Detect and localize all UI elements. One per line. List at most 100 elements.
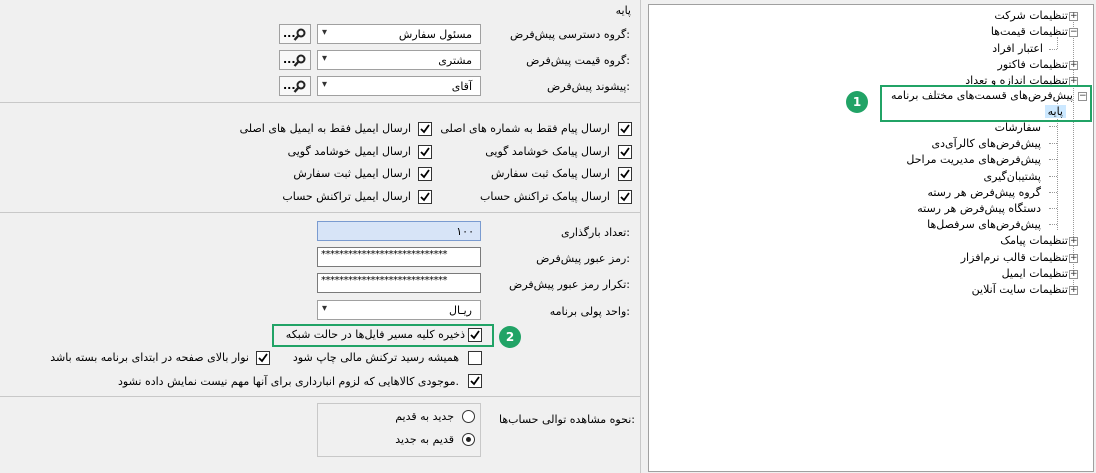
settings-tree: + تنظیمات شرکت − تنظیمات قیمت‌ها اعتبار … (648, 4, 1094, 472)
tree-item-stages[interactable]: پیش‌فرض‌های مدیریت مراحل (906, 153, 1041, 166)
plus-icon[interactable]: + (1069, 61, 1078, 70)
sms-order-label: ارسال پیامک ثبت سفارش (491, 167, 610, 180)
prefix-search-button[interactable]: ... (279, 76, 311, 96)
radio-new-to-old[interactable] (462, 410, 475, 423)
password-repeat-label: تکرار رمز عبور پیش‌فرض: (509, 278, 630, 291)
prefix-value: آقای (451, 80, 472, 93)
tree-item-defaults[interactable]: پیش‌فرض‌های قسمت‌های مختلف برنامه (891, 89, 1073, 102)
check-icon (620, 124, 630, 134)
settings-panel: پایه گروه دسترسی پیش‌فرض: مسئول سفارش ▾ … (0, 0, 641, 473)
tree-item-email[interactable]: تنظیمات ایمیل (1002, 267, 1068, 280)
chevron-down-icon: ▾ (322, 79, 328, 90)
tree-item-online[interactable]: تنظیمات سایت آنلاین (972, 283, 1068, 296)
always-print-label: همیشه رسید ترکنش مالی چاپ شود (292, 351, 459, 364)
tree-item-credit[interactable]: اعتبار افراد (992, 42, 1043, 55)
save-paths-checkbox[interactable] (468, 328, 482, 342)
minus-icon[interactable]: − (1078, 92, 1087, 101)
check-icon (620, 147, 630, 157)
plus-icon[interactable]: + (1069, 286, 1078, 295)
save-paths-label: ذخیره کلیه مسیر فایل‌ها در حالت شبکه (285, 328, 465, 341)
tree-item-template[interactable]: تنظیمات قالب نرم‌افزار (961, 251, 1068, 264)
sms-welcome-checkbox[interactable] (618, 145, 632, 159)
email-order-checkbox[interactable] (418, 167, 432, 181)
chevron-down-icon: ▾ (322, 53, 328, 64)
search-icon (293, 54, 306, 67)
divider (0, 212, 640, 213)
minus-icon[interactable]: − (1069, 28, 1078, 37)
check-icon (420, 169, 430, 179)
divider (0, 396, 640, 397)
step-badge-1: 1 (846, 91, 868, 113)
always-print-checkbox[interactable] (468, 351, 482, 365)
plus-icon[interactable]: + (1069, 237, 1078, 246)
check-icon (620, 169, 630, 179)
step-badge-2: 2 (499, 326, 521, 348)
tree-item-headings[interactable]: پیش‌فرض‌های سرفصل‌ها (927, 218, 1041, 231)
sms-order-checkbox[interactable] (618, 167, 632, 181)
top-bar-checkbox[interactable] (256, 351, 270, 365)
inventory-label: موجودی کالاهایی که لزوم انبارداری برای آ… (118, 375, 459, 388)
sms-main-numbers-label: ارسال پیام فقط به شماره های اصلی (440, 122, 610, 135)
tree-item-device-default[interactable]: دستگاه پیش‌فرض هر رسته (917, 202, 1041, 215)
sms-main-numbers-checkbox[interactable] (618, 122, 632, 136)
check-icon (258, 353, 268, 363)
tree-item-goods[interactable]: پیش‌فرض‌های کالرآی‌دی (932, 137, 1041, 150)
email-main-checkbox[interactable] (418, 122, 432, 136)
email-main-label: ارسال ایمیل فقط به ایمیل های اصلی (239, 122, 411, 135)
email-transaction-checkbox[interactable] (418, 190, 432, 204)
access-group-value: مسئول سفارش (398, 28, 472, 41)
currency-value: ریـال (449, 304, 472, 317)
price-group-search-button[interactable]: ... (279, 50, 311, 70)
tree-item-backup[interactable]: پشتیبان‌گیری (984, 170, 1042, 183)
tree-item-invoice[interactable]: تنظیمات فاکتور (998, 58, 1068, 71)
tree-item-prices[interactable]: تنظیمات قیمت‌ها (991, 25, 1068, 38)
inventory-checkbox[interactable] (468, 374, 482, 388)
currency-combo[interactable]: ریـال ▾ (317, 300, 481, 320)
divider (0, 102, 640, 103)
tree-item-group-default[interactable]: گروه پیش‌فرض هر رسته (927, 186, 1041, 199)
radio-old-to-new-label: قدیم به جدید (395, 433, 454, 446)
email-order-label: ارسال ایمیل ثبت سفارش (293, 167, 411, 180)
password-input[interactable]: **************************** (317, 247, 481, 267)
price-group-combo[interactable]: مشتری ▾ (317, 50, 481, 70)
plus-icon[interactable]: + (1069, 12, 1078, 21)
check-icon (470, 330, 480, 340)
prefix-label: پیشوند پیش‌فرض: (547, 80, 630, 93)
chevron-down-icon: ▾ (322, 303, 328, 314)
prefix-combo[interactable]: آقای ▾ (317, 76, 481, 96)
access-group-search-button[interactable]: ... (279, 24, 311, 44)
radio-new-to-old-label: جدید به قدیم (395, 410, 454, 423)
email-welcome-label: ارسال ایمیل خوشامد گویی (287, 145, 411, 158)
load-count-label: تعداد بارگذاری: (560, 226, 630, 239)
search-icon (293, 80, 306, 93)
check-icon (420, 147, 430, 157)
currency-label: واحد پولی برنامه: (549, 305, 630, 318)
tree-item-orders[interactable]: سفارشات (995, 121, 1041, 134)
load-count-input[interactable]: ۱۰۰ (317, 221, 481, 241)
password-label: رمز عبور پیش‌فرض: (536, 252, 630, 265)
tree-item-sms[interactable]: تنظیمات پیامک (1000, 234, 1068, 247)
section-header: پایه (0, 0, 641, 20)
access-group-combo[interactable]: مسئول سفارش ▾ (317, 24, 481, 44)
email-welcome-checkbox[interactable] (418, 145, 432, 159)
tree-item-company[interactable]: تنظیمات شرکت (994, 9, 1068, 22)
tree-item-base[interactable]: پایه (1044, 105, 1066, 118)
check-icon (420, 124, 430, 134)
sms-transaction-checkbox[interactable] (618, 190, 632, 204)
check-icon (470, 376, 480, 386)
search-icon (293, 28, 306, 41)
price-group-value: مشتری (438, 54, 472, 67)
sms-transaction-label: ارسال پیامک تراکنش حساب (480, 190, 610, 203)
sms-welcome-label: ارسال پیامک خوشامد گویی (485, 145, 610, 158)
check-icon (420, 192, 430, 202)
section-title: پایه (615, 4, 631, 17)
plus-icon[interactable]: + (1069, 270, 1078, 279)
plus-icon[interactable]: + (1069, 254, 1078, 263)
password-repeat-input[interactable]: **************************** (317, 273, 481, 293)
price-group-label: گروه قیمت پیش‌فرض: (526, 54, 630, 67)
check-icon (620, 192, 630, 202)
account-order-label: نحوه مشاهده توالی حساب‌ها: (498, 413, 635, 426)
email-transaction-label: ارسال ایمیل تراکنش حساب (282, 190, 411, 203)
radio-old-to-new[interactable] (462, 433, 475, 446)
top-bar-label: نوار بالای صفحه در ابتدای برنامه بسته با… (50, 351, 249, 364)
